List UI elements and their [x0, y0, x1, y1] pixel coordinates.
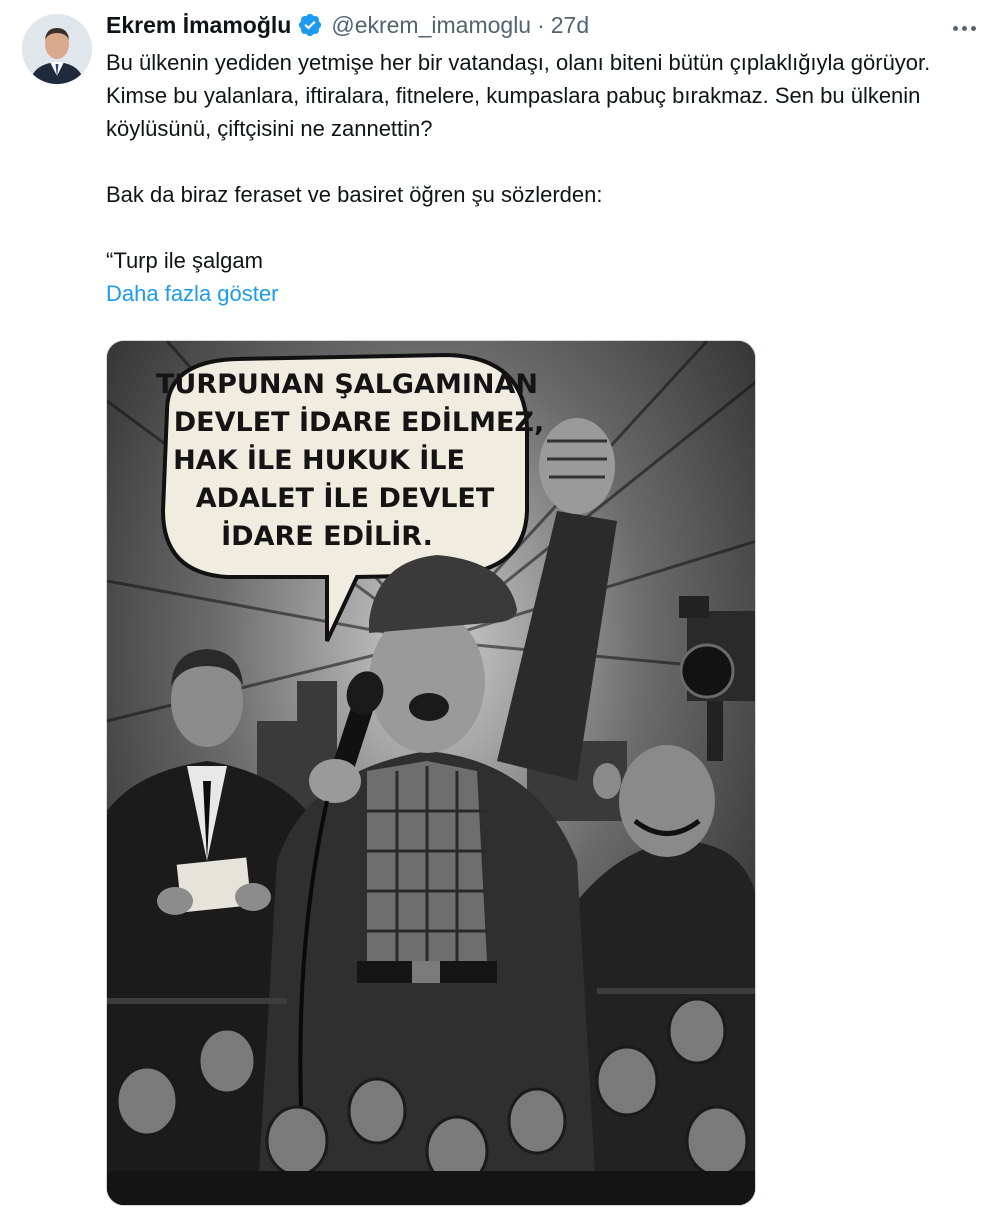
show-more-link[interactable]: Daha fazla göster	[106, 277, 986, 310]
display-name[interactable]: Ekrem İmamoğlu	[106, 12, 291, 39]
handle[interactable]: @ekrem_imamoglu	[331, 12, 531, 39]
bubble-line-1: TURPUNAN ŞALGAMINAN	[156, 369, 538, 400]
avatar[interactable]	[22, 14, 92, 84]
timestamp[interactable]: 27d	[551, 12, 589, 39]
bubble-line-3: HAK İLE HUKUK İLE	[173, 444, 465, 476]
tweet-media-image[interactable]: TURPUNAN ŞALGAMINAN DEVLET İDARE EDİLMEZ…	[106, 340, 756, 1206]
tweet-paragraph-2: Bak da biraz feraset ve basiret öğren şu…	[106, 182, 603, 207]
verified-badge-icon	[299, 13, 322, 37]
illustration: TURPUNAN ŞALGAMINAN DEVLET İDARE EDİLMEZ…	[107, 341, 755, 1205]
tweet-paragraph-1: Bu ülkenin yediden yetmişe her bir vatan…	[106, 50, 931, 141]
tweet-text: Bu ülkenin yediden yetmişe her bir vatan…	[106, 46, 986, 310]
tweet-header: Ekrem İmamoğlu @ekrem_imamoglu · 27d	[106, 10, 589, 40]
tweet[interactable]: Ekrem İmamoğlu @ekrem_imamoglu · 27d Bu …	[0, 0, 1000, 1222]
tweet-paragraph-3: “Turp ile şalgam	[106, 248, 263, 273]
bubble-line-4: ADALET İLE DEVLET	[196, 482, 495, 514]
more-options-button[interactable]	[950, 14, 978, 42]
avatar-image	[22, 14, 92, 84]
bubble-line-5: İDARE EDİLİR.	[221, 520, 433, 552]
more-options-icon	[952, 25, 958, 31]
separator-dot: ·	[537, 11, 545, 38]
bubble-line-2: DEVLET İDARE EDİLMEZ,	[174, 406, 544, 438]
